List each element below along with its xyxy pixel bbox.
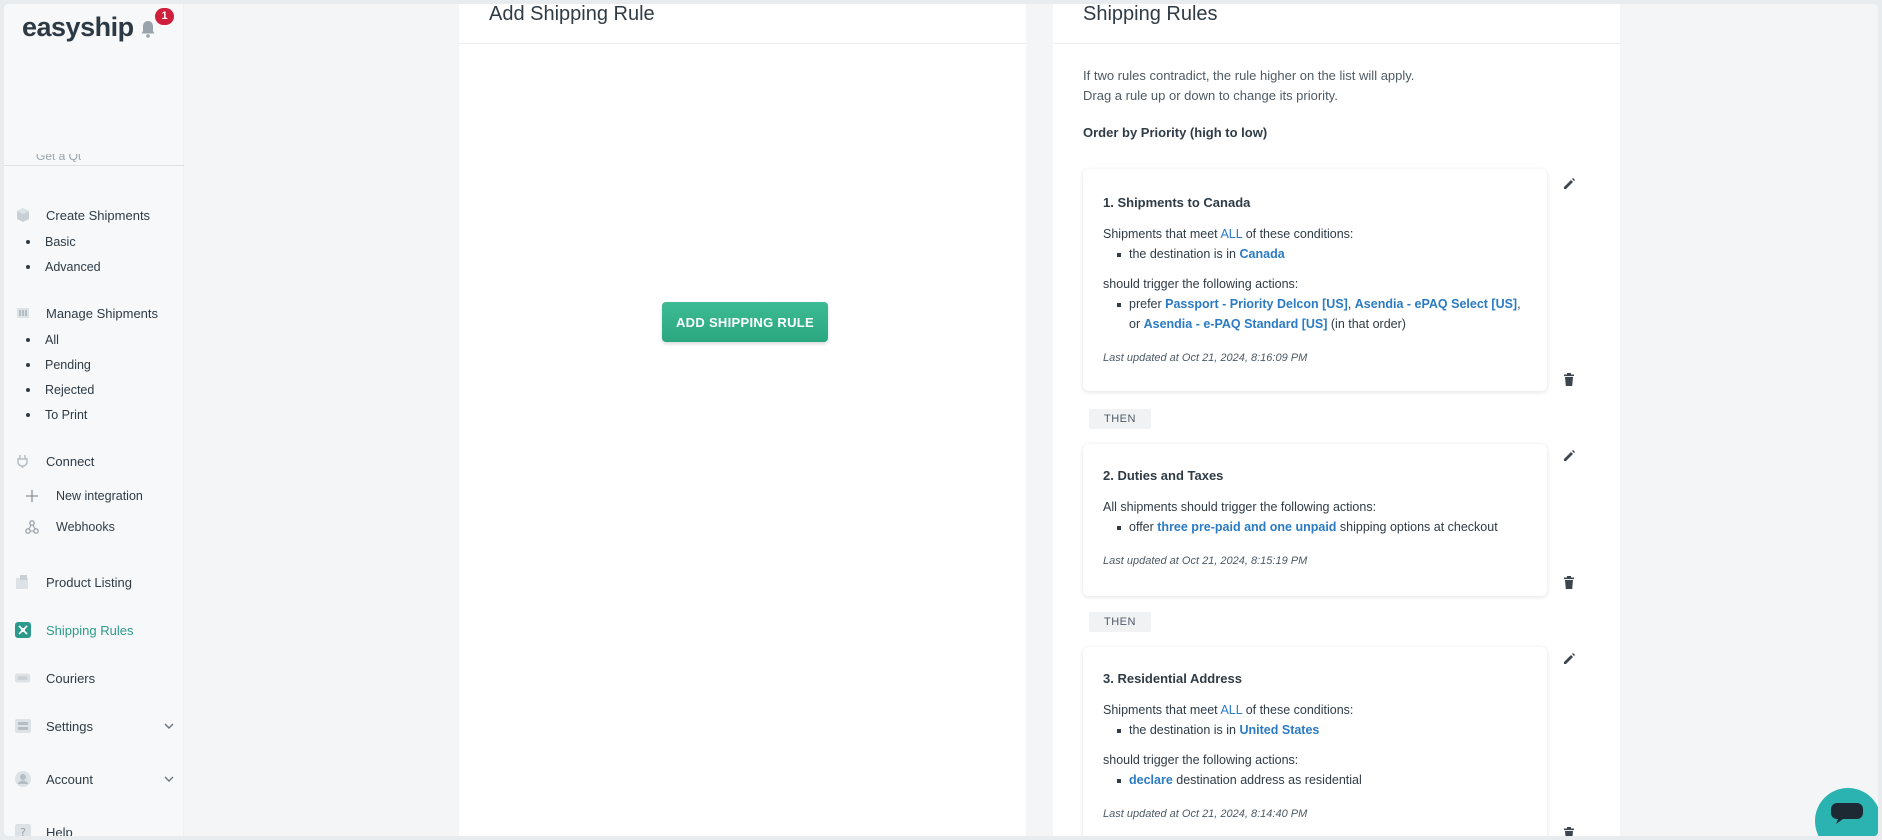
rule-action: offer three pre-paid and one unpaid ship…	[1117, 520, 1498, 534]
sidebar-subitem-basic[interactable]: Basic	[26, 235, 76, 249]
panel-title: Shipping Rules	[1083, 4, 1218, 25]
trash-icon[interactable]	[1561, 826, 1577, 836]
sidebar-item-label: Create Shipments	[46, 207, 151, 223]
rule-card[interactable]: 3. Residential Address Shipments that me…	[1083, 647, 1547, 836]
sidebar-divider	[4, 165, 184, 166]
rule-condition: the destination is in Canada	[1117, 247, 1285, 261]
order-label: Order by Priority (high to low)	[1083, 125, 1268, 140]
sidebar-subitem-webhooks[interactable]: Webhooks	[24, 519, 115, 535]
webhook-icon	[24, 519, 40, 535]
app-frame: easyship 1 Get a Quote Create Shipments …	[4, 4, 1878, 836]
rule-condition-intro: Shipments that meet ALL of these conditi…	[1103, 227, 1354, 241]
rule-action: declare destination address as residenti…	[1117, 773, 1362, 787]
sidebar-subitem-all[interactable]: All	[26, 333, 59, 347]
sidebar-item-label: Help	[46, 824, 73, 837]
priority-help-text: If two rules contradict, the rule higher…	[1083, 68, 1415, 103]
edit-icon[interactable]	[1561, 651, 1577, 667]
sidebar-item-create-shipments[interactable]: Create Shipments	[14, 204, 150, 226]
chat-icon	[1830, 801, 1864, 825]
sidebar-item-manage-shipments[interactable]: Manage Shipments	[14, 302, 158, 324]
rule-condition: the destination is in United States	[1116, 723, 1320, 737]
add-shipping-rule-button[interactable]: ADD SHIPPING RULE	[662, 302, 828, 342]
plus-icon	[24, 488, 40, 504]
sidebar-item-label: Settings	[46, 718, 93, 734]
then-separator: THEN	[1089, 409, 1151, 429]
rule-card[interactable]: 1. Shipments to Canada Shipments that me…	[1083, 169, 1547, 391]
then-separator: THEN	[1089, 612, 1151, 632]
logo[interactable]: easyship	[22, 10, 156, 44]
rule-action: prefer Passport - Priority Delcon [US], …	[1117, 297, 1521, 311]
logo-text: easyship	[22, 11, 134, 42]
rule-action-intro: should trigger the following actions:	[1103, 277, 1299, 291]
sidebar-item-connect[interactable]: Connect	[14, 450, 94, 472]
rule-title: 3. Residential Address	[1103, 671, 1242, 686]
rule-title: 1. Shipments to Canada	[1103, 195, 1251, 210]
sidebar-item-label: Connect	[46, 453, 95, 469]
last-updated: Last updated at Oct 21, 2024, 8:14:40 PM	[1103, 808, 1308, 820]
sidebar-item-help[interactable]: ? Help	[14, 821, 73, 836]
rule-title: 2. Duties and Taxes	[1103, 468, 1224, 483]
trash-icon[interactable]	[1561, 372, 1577, 388]
sidebar-item-label: Couriers	[46, 670, 96, 686]
sidebar-item-label: Product Listing	[46, 574, 132, 590]
svg-text:?: ?	[20, 826, 26, 836]
rule-action-intro: All shipments should trigger the followi…	[1103, 500, 1377, 514]
sidebar-item-shipping-rules[interactable]: Shipping Rules	[14, 619, 133, 641]
user-icon	[14, 770, 32, 788]
last-updated: Last updated at Oct 21, 2024, 8:15:19 PM	[1103, 555, 1308, 567]
edit-icon[interactable]	[1561, 176, 1577, 192]
edit-icon[interactable]	[1561, 448, 1577, 464]
sidebar-subitem-new-integration[interactable]: New integration	[24, 488, 143, 504]
rule-action-intro: should trigger the following actions:	[1103, 753, 1299, 767]
add-shipping-rule-panel: Add Shipping Rule ADD SHIPPING RULE	[459, 4, 1026, 836]
sidebar-subitem-pending[interactable]: Pending	[26, 358, 91, 372]
sidebar-item-account[interactable]: Account	[14, 768, 174, 790]
trash-icon[interactable]	[1561, 575, 1577, 591]
chevron-down-icon	[164, 776, 174, 782]
plug-icon	[14, 452, 32, 470]
settings-icon	[14, 717, 32, 735]
sidebar-item-get-a-quote[interactable]: Get a Quote	[16, 154, 81, 162]
sidebar-item-label: Account	[46, 771, 93, 787]
bell-icon[interactable]	[140, 20, 156, 38]
sidebar-subitem-rejected[interactable]: Rejected	[26, 383, 94, 397]
package-icon	[14, 573, 32, 591]
sidebar-item-label: Manage Shipments	[46, 305, 159, 321]
sidebar-subitem-advanced[interactable]: Advanced	[26, 260, 101, 274]
grid-icon	[14, 304, 32, 322]
panel-title: Add Shipping Rule	[489, 4, 655, 25]
shipping-rules-panel: Shipping Rules If two rules contradict, …	[1053, 4, 1620, 836]
sidebar-item-couriers[interactable]: Couriers	[14, 667, 95, 689]
sidebar-item-label: Shipping Rules	[46, 622, 134, 638]
rule-action-continued: or Asendia - e-PAQ Standard [US] (in tha…	[1129, 317, 1406, 331]
notification-badge: 1	[155, 8, 174, 25]
rule-condition-intro: Shipments that meet ALL of these conditi…	[1103, 703, 1354, 717]
help-icon: ?	[14, 823, 32, 836]
last-updated: Last updated at Oct 21, 2024, 8:16:09 PM	[1103, 352, 1308, 364]
sidebar-subitem-to-print[interactable]: To Print	[26, 408, 87, 422]
truck-icon	[14, 669, 32, 687]
sidebar-item-settings[interactable]: Settings	[14, 715, 174, 737]
chat-button[interactable]	[1815, 788, 1878, 836]
chevron-down-icon	[164, 723, 174, 729]
sidebar: easyship 1 Get a Quote Create Shipments …	[4, 4, 184, 836]
panel-divider	[459, 43, 1026, 44]
sidebar-item-product-listing[interactable]: Product Listing	[14, 571, 132, 593]
rules-icon	[14, 621, 32, 639]
rule-card[interactable]: 2. Duties and Taxes All shipments should…	[1083, 444, 1547, 596]
box-icon	[14, 206, 32, 224]
panel-divider	[1053, 43, 1620, 44]
